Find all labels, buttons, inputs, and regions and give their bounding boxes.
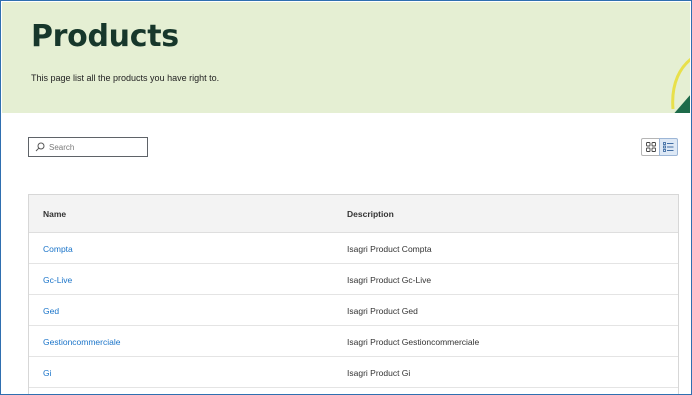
search-input[interactable] <box>49 140 139 154</box>
product-description: Isagri Product Gi <box>347 368 411 378</box>
product-name-link[interactable]: Gi <box>43 368 52 378</box>
products-table: Name Description Compta Isagri Product C… <box>28 194 679 394</box>
product-name-link[interactable]: Gc-Live <box>43 275 72 285</box>
product-description: Isagri Product Compta <box>347 244 432 254</box>
page-subtitle: This page list all the products you have… <box>31 73 220 83</box>
product-description: Isagri Product Gc-Live <box>347 275 432 285</box>
product-name-link[interactable]: Compta <box>43 244 73 254</box>
product-description: Isagri Product Ged <box>347 306 418 316</box>
table-row: Gestioncommerciale Isagri Product Gestio… <box>29 326 678 357</box>
product-name-link[interactable]: Ged <box>43 306 59 316</box>
decorative-corner-graphic <box>671 57 690 113</box>
list-icon <box>663 142 674 152</box>
table-row: Gc-Live Isagri Product Gc-Live <box>29 264 678 295</box>
table-row: Compta Isagri Product Compta <box>29 233 678 264</box>
table-row: Ged Isagri Product Ged <box>29 295 678 326</box>
table-row: Gi Isagri Product Gi <box>29 357 678 388</box>
search-icon <box>35 142 45 152</box>
page-header-banner: Products This page list all the products… <box>2 2 690 113</box>
list-view-button[interactable] <box>659 138 678 156</box>
table-header-row: Name Description <box>29 195 678 233</box>
page-title: Products <box>31 19 179 54</box>
column-header-description[interactable]: Description <box>347 209 678 219</box>
view-toggle <box>641 138 679 156</box>
product-description: Isagri Product Gestioncommerciale <box>347 337 480 347</box>
search-box[interactable] <box>28 137 148 157</box>
product-name-link[interactable]: Gestioncommerciale <box>43 337 120 347</box>
grid-icon <box>645 142 656 152</box>
app-window: Products This page list all the products… <box>0 0 692 395</box>
grid-view-button[interactable] <box>641 138 660 156</box>
column-header-name[interactable]: Name <box>29 209 347 219</box>
